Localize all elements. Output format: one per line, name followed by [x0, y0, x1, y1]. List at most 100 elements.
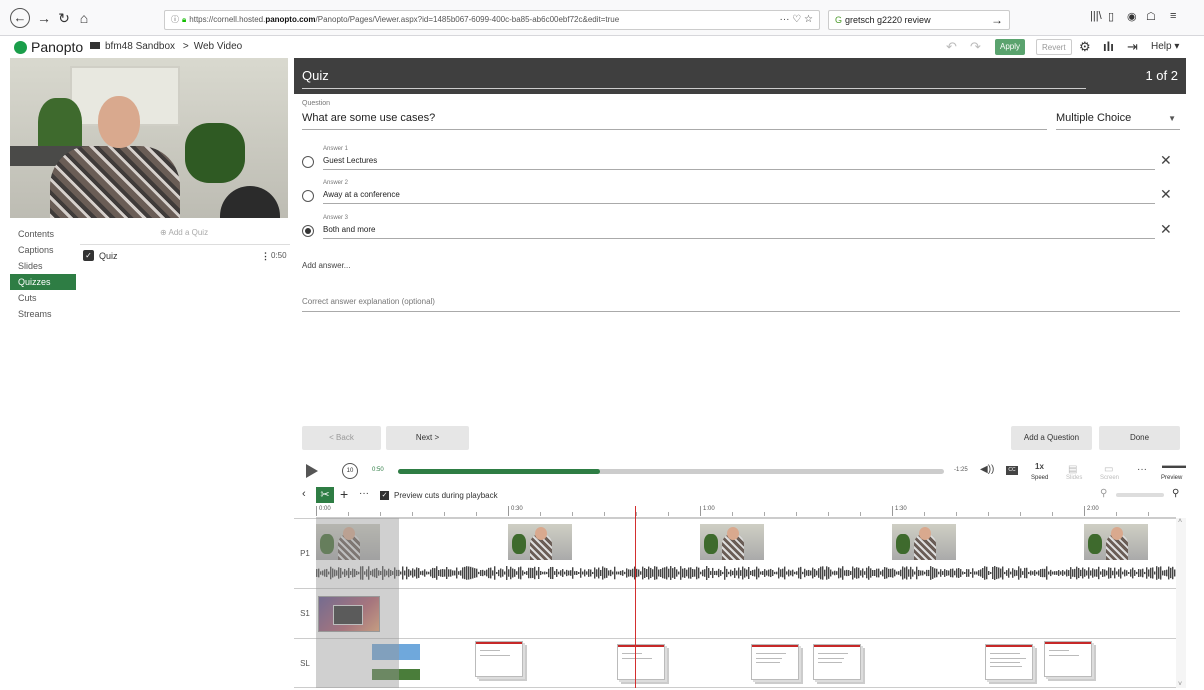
slide-thumbnail[interactable] — [617, 644, 665, 680]
cut-region[interactable] — [316, 518, 399, 688]
slide-thumbnail[interactable] — [475, 641, 523, 677]
redo-icon[interactable]: ↷ — [970, 39, 981, 55]
remove-answer-icon[interactable]: ✕ — [1160, 152, 1172, 169]
revert-button[interactable]: Revert — [1036, 39, 1072, 55]
video-thumbnail[interactable] — [1084, 524, 1148, 560]
progress-fill — [398, 469, 601, 474]
answer-radio[interactable] — [302, 190, 314, 202]
screen-icon[interactable]: ▭ — [1104, 464, 1113, 475]
slide-thumbnail[interactable] — [813, 644, 861, 680]
info-icon[interactable]: ⓘ — [171, 15, 179, 24]
add-quiz-button[interactable]: ⊕ Add a Quiz — [160, 228, 208, 237]
more-vertical-icon[interactable]: ⋮ — [261, 245, 270, 267]
scroll-up-icon[interactable]: ˄ — [1178, 518, 1182, 525]
menu-icon[interactable]: ≡ — [1170, 10, 1176, 22]
more-horizontal-icon[interactable]: ··· — [359, 488, 369, 499]
quiz-list: ✓ Quiz ⋮ 0:50 — [80, 244, 290, 267]
timeline-scrollbar[interactable]: ˄ ˅ — [1176, 518, 1186, 688]
apply-button[interactable]: Apply — [995, 39, 1026, 55]
quiz-checkbox-icon: ✓ — [83, 250, 94, 261]
preview-grid-icon[interactable]: ▬▬▬ — [1162, 461, 1186, 470]
ruler-minor-tick — [764, 512, 765, 516]
add-question-button[interactable]: Add a Question — [1011, 426, 1092, 450]
page-actions[interactable]: ··· ♡ ☆ — [780, 11, 813, 29]
video-thumbnail[interactable] — [700, 524, 764, 560]
explanation-input[interactable]: Correct answer explanation (optional) — [302, 297, 1180, 312]
answer-radio-selected[interactable] — [302, 225, 314, 237]
reload-icon[interactable]: ↻ — [54, 8, 74, 28]
video-preview[interactable] — [10, 58, 288, 218]
timeline-ruler[interactable]: 0:00 0:30 1:00 1:30 2:00 — [316, 506, 1176, 518]
question-input[interactable]: What are some use cases? — [302, 112, 1047, 130]
nav-quizzes[interactable]: Quizzes — [10, 274, 76, 290]
answer-input[interactable]: Both and more — [323, 225, 1155, 239]
quiz-header: Quiz 1 of 2 — [294, 58, 1186, 94]
slide-thumbnail[interactable] — [985, 644, 1033, 680]
question-type-select[interactable]: Multiple Choice ▼ — [1056, 112, 1180, 130]
more-horizontal-icon[interactable]: ··· — [1137, 464, 1147, 475]
remove-answer-icon[interactable]: ✕ — [1160, 221, 1172, 238]
zoom-in-icon[interactable]: ⚲ — [1172, 488, 1179, 499]
answer-radio[interactable] — [302, 156, 314, 168]
ruler-tick-label: 0:30 — [508, 506, 523, 516]
nav-captions[interactable]: Captions — [10, 242, 76, 258]
search-go-icon[interactable]: → — [991, 11, 1003, 29]
volume-icon[interactable]: ◀)) — [980, 464, 994, 475]
forward-icon[interactable]: → — [34, 8, 54, 28]
breadcrumb-folder[interactable]: bfm48 Sandbox — [105, 41, 175, 52]
rewind-10-icon[interactable]: 10 — [342, 463, 358, 479]
nav-contents[interactable]: Contents — [10, 226, 76, 242]
play-icon[interactable] — [306, 464, 318, 478]
ruler-minor-tick — [732, 512, 733, 516]
undo-icon[interactable]: ↶ — [946, 39, 957, 55]
track-s1[interactable]: S1 — [294, 588, 1176, 638]
quiz-title[interactable]: Quiz — [302, 68, 1086, 89]
remove-answer-icon[interactable]: ✕ — [1160, 186, 1172, 203]
ruler-minor-tick — [380, 512, 381, 516]
back-icon[interactable]: ← — [10, 8, 30, 28]
slide-thumbnail[interactable] — [1044, 641, 1092, 677]
settings-gear-icon[interactable]: ⚙ — [1079, 39, 1091, 55]
scroll-down-icon[interactable]: ˅ — [1178, 681, 1182, 688]
done-button[interactable]: Done — [1099, 426, 1180, 450]
help-menu[interactable]: Help ▾ — [1151, 41, 1179, 52]
slide-thumbnail[interactable] — [751, 644, 799, 680]
speed-value[interactable]: 1x — [1035, 462, 1044, 471]
zoom-slider[interactable] — [1116, 493, 1164, 497]
stats-icon[interactable]: ılı — [1103, 39, 1114, 54]
playhead[interactable] — [635, 506, 636, 688]
back-button[interactable]: < Back — [302, 426, 381, 450]
nav-cuts[interactable]: Cuts — [10, 290, 76, 306]
video-thumbnail[interactable] — [892, 524, 956, 560]
preview-cuts-checkbox[interactable]: ✓ — [380, 491, 389, 500]
captions-cc-icon[interactable]: CC — [1006, 466, 1018, 475]
nav-streams[interactable]: Streams — [10, 306, 76, 322]
scissors-icon[interactable]: ✂ — [316, 487, 334, 503]
add-answer-link[interactable]: Add answer... — [302, 261, 350, 270]
search-input[interactable]: Ggretsch g2220 review → — [828, 10, 1010, 30]
ruler-minor-tick — [636, 512, 637, 516]
search-engine-icon: G — [835, 15, 843, 25]
exit-icon[interactable]: ⇥ — [1127, 39, 1138, 55]
zoom-out-icon[interactable]: ⚲ — [1100, 488, 1107, 499]
quiz-list-item[interactable]: ✓ Quiz ⋮ 0:50 — [80, 245, 290, 267]
ruler-minor-tick — [476, 512, 477, 516]
collapse-left-icon[interactable]: ‹ — [302, 488, 306, 500]
library-icon[interactable]: |||\ — [1090, 10, 1102, 22]
add-icon[interactable]: + — [340, 486, 348, 502]
ruler-minor-tick — [604, 512, 605, 516]
account-icon[interactable]: ◉ — [1127, 10, 1137, 23]
speed-label: Speed — [1031, 475, 1049, 481]
panopto-logo[interactable]: Panopto — [14, 39, 83, 55]
answer-input[interactable]: Guest Lectures — [323, 156, 1155, 170]
progress-bar[interactable] — [398, 469, 944, 474]
slides-icon[interactable]: ▤ — [1068, 464, 1077, 475]
video-thumbnail[interactable] — [508, 524, 572, 560]
nav-slides[interactable]: Slides — [10, 258, 76, 274]
home-icon[interactable]: ⌂ — [74, 8, 94, 28]
next-button[interactable]: Next > — [386, 426, 469, 450]
url-bar[interactable]: ⓘ 🔒︎ https://cornell.hosted.panopto.com/Pa… — [164, 10, 820, 30]
extension-icon[interactable]: ☖ — [1146, 10, 1156, 23]
answer-input[interactable]: Away at a conference — [323, 190, 1155, 204]
sidebar-icon[interactable]: ▯ — [1108, 10, 1114, 23]
